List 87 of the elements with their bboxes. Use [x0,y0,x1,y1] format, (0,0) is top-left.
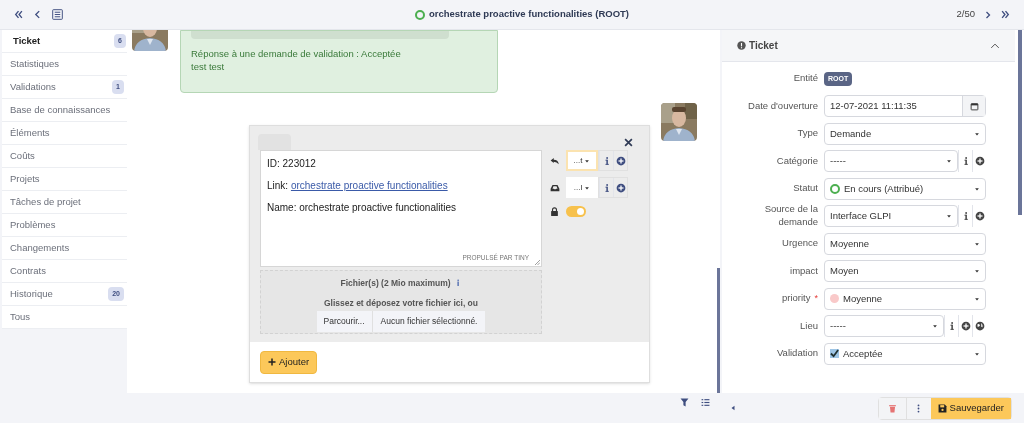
plus-circle-icon[interactable] [974,156,985,167]
caret-icon [974,240,980,247]
drop-instructions: Glissez et déposez votre fichier ici, ou [324,296,478,310]
validation-message: Réponse à une demande de validation : Acceptée test test [180,30,498,93]
sidebar-tab[interactable]: Base de connaissances [2,99,127,122]
select-field[interactable]: ...t [566,150,598,171]
next-icon[interactable] [984,10,992,19]
previous-icon[interactable] [33,10,42,19]
editor-text-line: ID: 223012 [267,158,317,170]
select-field[interactable]: Acceptée [824,342,986,365]
plus-icon [268,358,276,366]
caret-icon [946,213,952,220]
caret-left-icon[interactable] [730,405,736,411]
caret-icon [974,295,980,302]
file-status: Aucun fichier sélectionné. [372,310,486,332]
field-label: priority [780,292,811,306]
filter-icon[interactable] [680,398,689,407]
select-field[interactable]: En cours (Attribué) [824,177,986,200]
sidebar-tab[interactable]: Projets [2,168,127,191]
field-label: Catégorie [775,154,818,168]
select-field[interactable]: ----- [824,315,944,338]
sidebar-tab[interactable]: Coûts [2,145,127,168]
caret-icon [584,157,591,164]
caret-icon [974,185,980,192]
panel-title: Ticket [749,39,779,53]
select-field[interactable]: Interface GLPI [824,205,958,228]
select-field[interactable]: Demande [824,122,986,145]
sidebar-tab[interactable]: Changements [2,237,127,260]
close-icon[interactable] [624,138,633,147]
editor-text-line: Name: orchestrate proactive functionalities [267,202,457,214]
select-field[interactable]: ...l [566,177,598,198]
inbox-icon [550,182,560,193]
select-field[interactable]: Moyen [824,260,986,283]
field-label: Urgence [781,237,818,251]
plus-circle-icon[interactable] [615,182,626,193]
field-label: Source de la demande [763,203,818,230]
last-page-icon[interactable] [1001,10,1010,19]
files-title: Fichier(s) (2 Mio maximum) [340,277,451,290]
field-label: Date d'ouverture [747,99,818,113]
plus-circle-icon[interactable] [960,321,971,332]
field-label: Entité [792,72,818,86]
sidebar-tab[interactable]: Statistiques [2,53,127,76]
ticket-title: orchestrate proactive functionalities (ROOT) [428,7,630,22]
caret-icon [974,130,980,137]
sidebar-tab[interactable]: Éléments [2,122,127,145]
sidebar-tab[interactable]: Tâches de projet [2,191,127,214]
caret-icon [974,350,980,357]
resize-handle-icon[interactable] [534,259,540,265]
ticket-link[interactable]: orchestrate proactive functionalities [290,180,448,191]
sidebar-tab[interactable]: Problèmes [2,214,127,237]
browse-button[interactable]: Parcourir... [316,310,373,332]
list-icon[interactable] [701,398,710,407]
reply-icon [550,155,560,166]
caret-icon [946,158,952,165]
first-page-icon[interactable] [14,10,23,19]
select-field[interactable]: Moyenne [824,287,986,310]
list-icon[interactable] [52,9,63,20]
caret-icon [584,184,591,191]
field-label: Lieu [799,319,818,333]
delete-button[interactable] [878,397,907,419]
file-drop-zone[interactable]: Fichier(s) (2 Mio maximum) Glissez et déposez votre fichier ici, ou Parcourir... Aucun fichier sélectionné. [260,270,542,334]
plus-circle-icon[interactable] [615,155,626,166]
plus-circle-icon[interactable] [974,211,985,222]
sidebar-tab[interactable]: Contrats [2,260,127,283]
date-field[interactable]: 12-07-2021 11:11:35 [824,95,986,118]
calendar-icon[interactable] [969,101,979,111]
caret-icon [932,323,938,330]
editor-text-line: Link: orchestrate proactive functionalities [267,180,449,192]
private-toggle[interactable] [566,206,586,217]
scrollbar-thumb[interactable] [1017,30,1022,215]
ticket-counter: 2/50 [956,7,975,22]
select-field[interactable]: ----- [824,150,958,173]
lock-icon [550,207,559,216]
globe-icon[interactable] [974,321,985,332]
required-mark: * [814,294,818,304]
field-label: Validation [775,347,818,361]
exclamation-circle-icon [737,41,746,50]
trash-icon [887,403,897,413]
add-button[interactable]: Ajouter [260,350,318,374]
field-label: Statut [792,182,818,196]
select-field[interactable]: Moyenne [824,232,986,255]
sidebar-tab[interactable]: Tous [2,306,127,329]
scrollbar-thumb[interactable] [717,268,720,393]
save-button[interactable]: Sauvegarder [930,397,1011,419]
caret-icon [974,268,980,275]
field-label: impact [789,264,818,278]
field-label: Type [796,127,818,141]
